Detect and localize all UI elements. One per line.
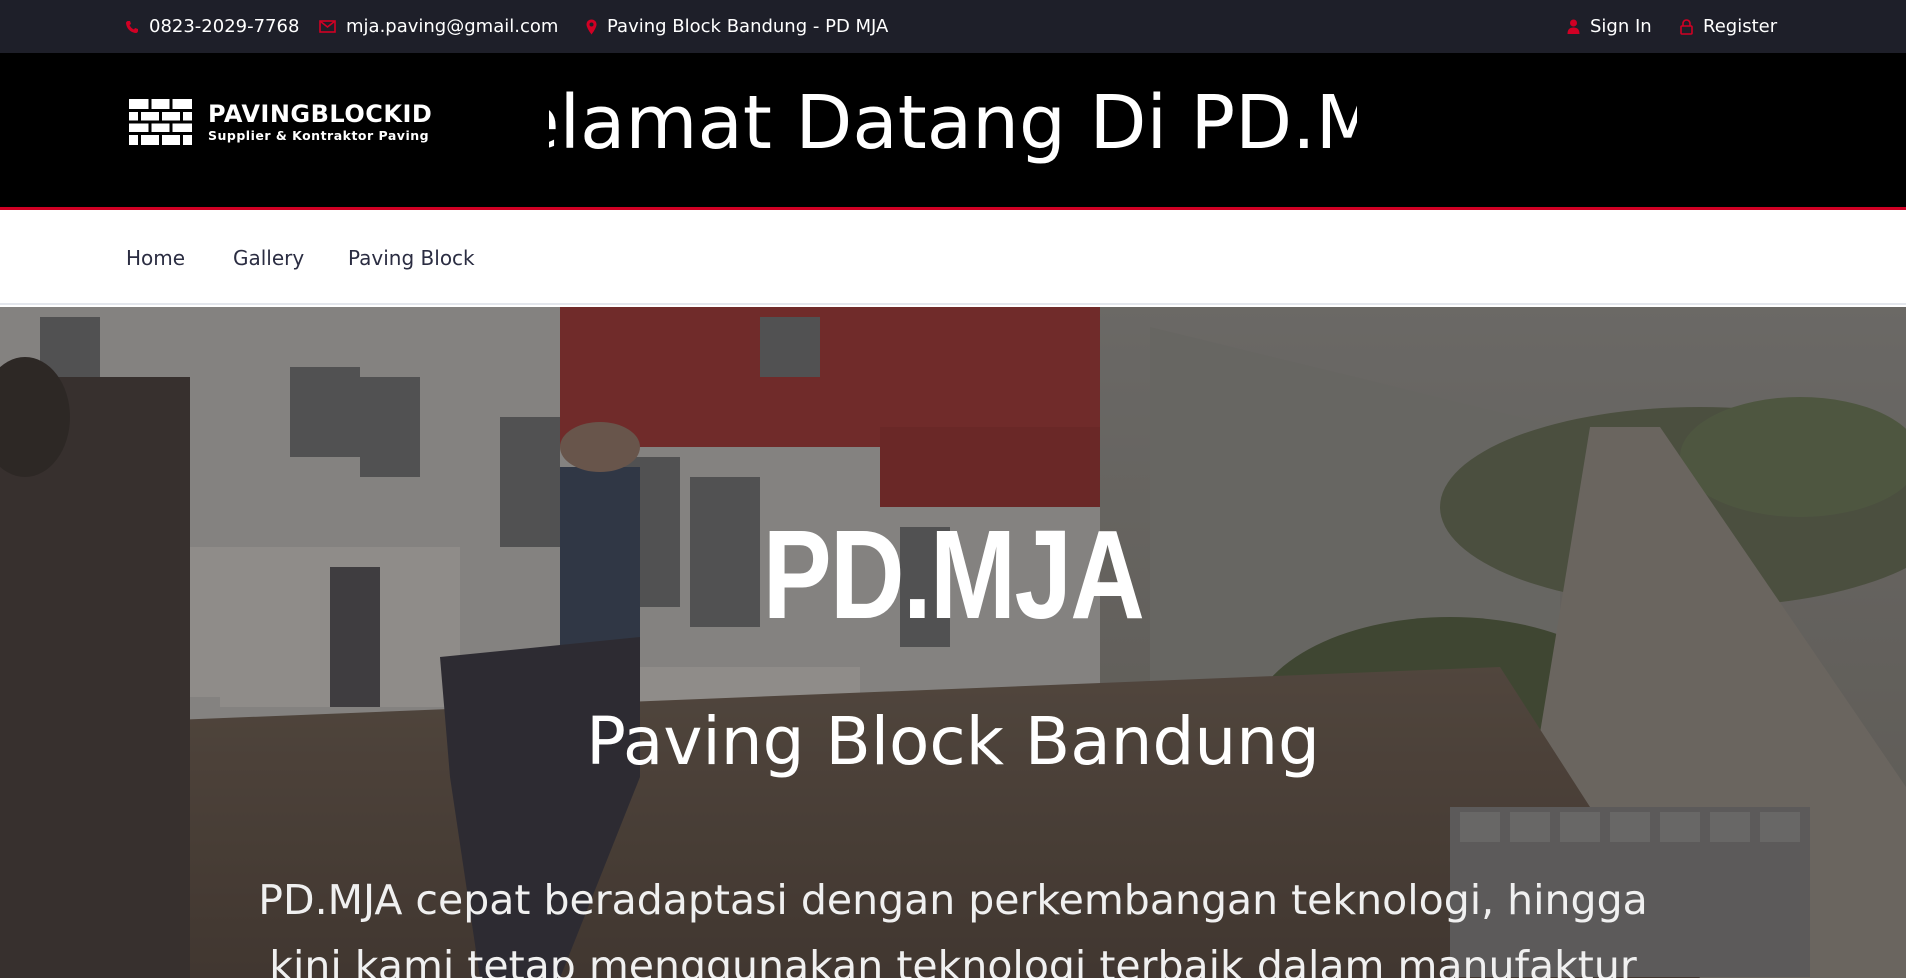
location-link[interactable]: Paving Block Bandung - PD MJA xyxy=(586,0,888,53)
email-address: mja.paving@gmail.com xyxy=(346,16,559,37)
nav-paving-block[interactable]: Paving Block xyxy=(348,213,475,303)
hero-title: PD.MJA xyxy=(762,504,1145,645)
user-icon xyxy=(1567,19,1580,34)
sign-in-label: Sign In xyxy=(1590,16,1652,37)
phone-link[interactable]: 0823-2029-7768 xyxy=(125,0,299,53)
hero-banner: PD.MJA Paving Block Bandung PD.MJA cepat… xyxy=(0,307,1906,978)
phone-number: 0823-2029-7768 xyxy=(149,16,300,37)
nav-home[interactable]: Home xyxy=(126,213,185,303)
email-link[interactable]: mja.paving@gmail.com xyxy=(319,0,558,53)
paving-bricks-icon xyxy=(129,99,192,145)
main-navigation: Home Gallery Paving Block xyxy=(0,213,1906,305)
sign-in-link[interactable]: Sign In xyxy=(1567,0,1652,53)
register-link[interactable]: Register xyxy=(1680,0,1777,53)
logo-title: PAVINGBLOCKID xyxy=(208,99,433,128)
location-text: Paving Block Bandung - PD MJA xyxy=(607,16,889,37)
register-label: Register xyxy=(1703,16,1778,37)
phone-icon xyxy=(125,20,139,34)
map-marker-icon xyxy=(586,19,597,35)
hero-subtitle: Paving Block Bandung xyxy=(586,703,1320,780)
logo-subtitle: Supplier & Kontraktor Paving xyxy=(208,127,430,143)
hero-description: PD.MJA cepat beradaptasi dengan perkemba… xyxy=(258,876,1648,978)
welcome-marquee-text: Selamat Datang Di PD.MJA xyxy=(549,80,1357,166)
site-logo[interactable]: PAVINGBLOCKID Supplier & Kontraktor Pavi… xyxy=(129,97,432,147)
welcome-marquee: Selamat Datang Di PD.MJA xyxy=(549,53,1357,210)
nav-gallery[interactable]: Gallery xyxy=(233,213,304,303)
site-header: PAVINGBLOCKID Supplier & Kontraktor Pavi… xyxy=(0,53,1906,210)
envelope-icon xyxy=(319,20,336,33)
lock-icon xyxy=(1680,18,1693,35)
top-contact-bar: 0823-2029-7768 mja.paving@gmail.com Pavi… xyxy=(0,0,1906,53)
